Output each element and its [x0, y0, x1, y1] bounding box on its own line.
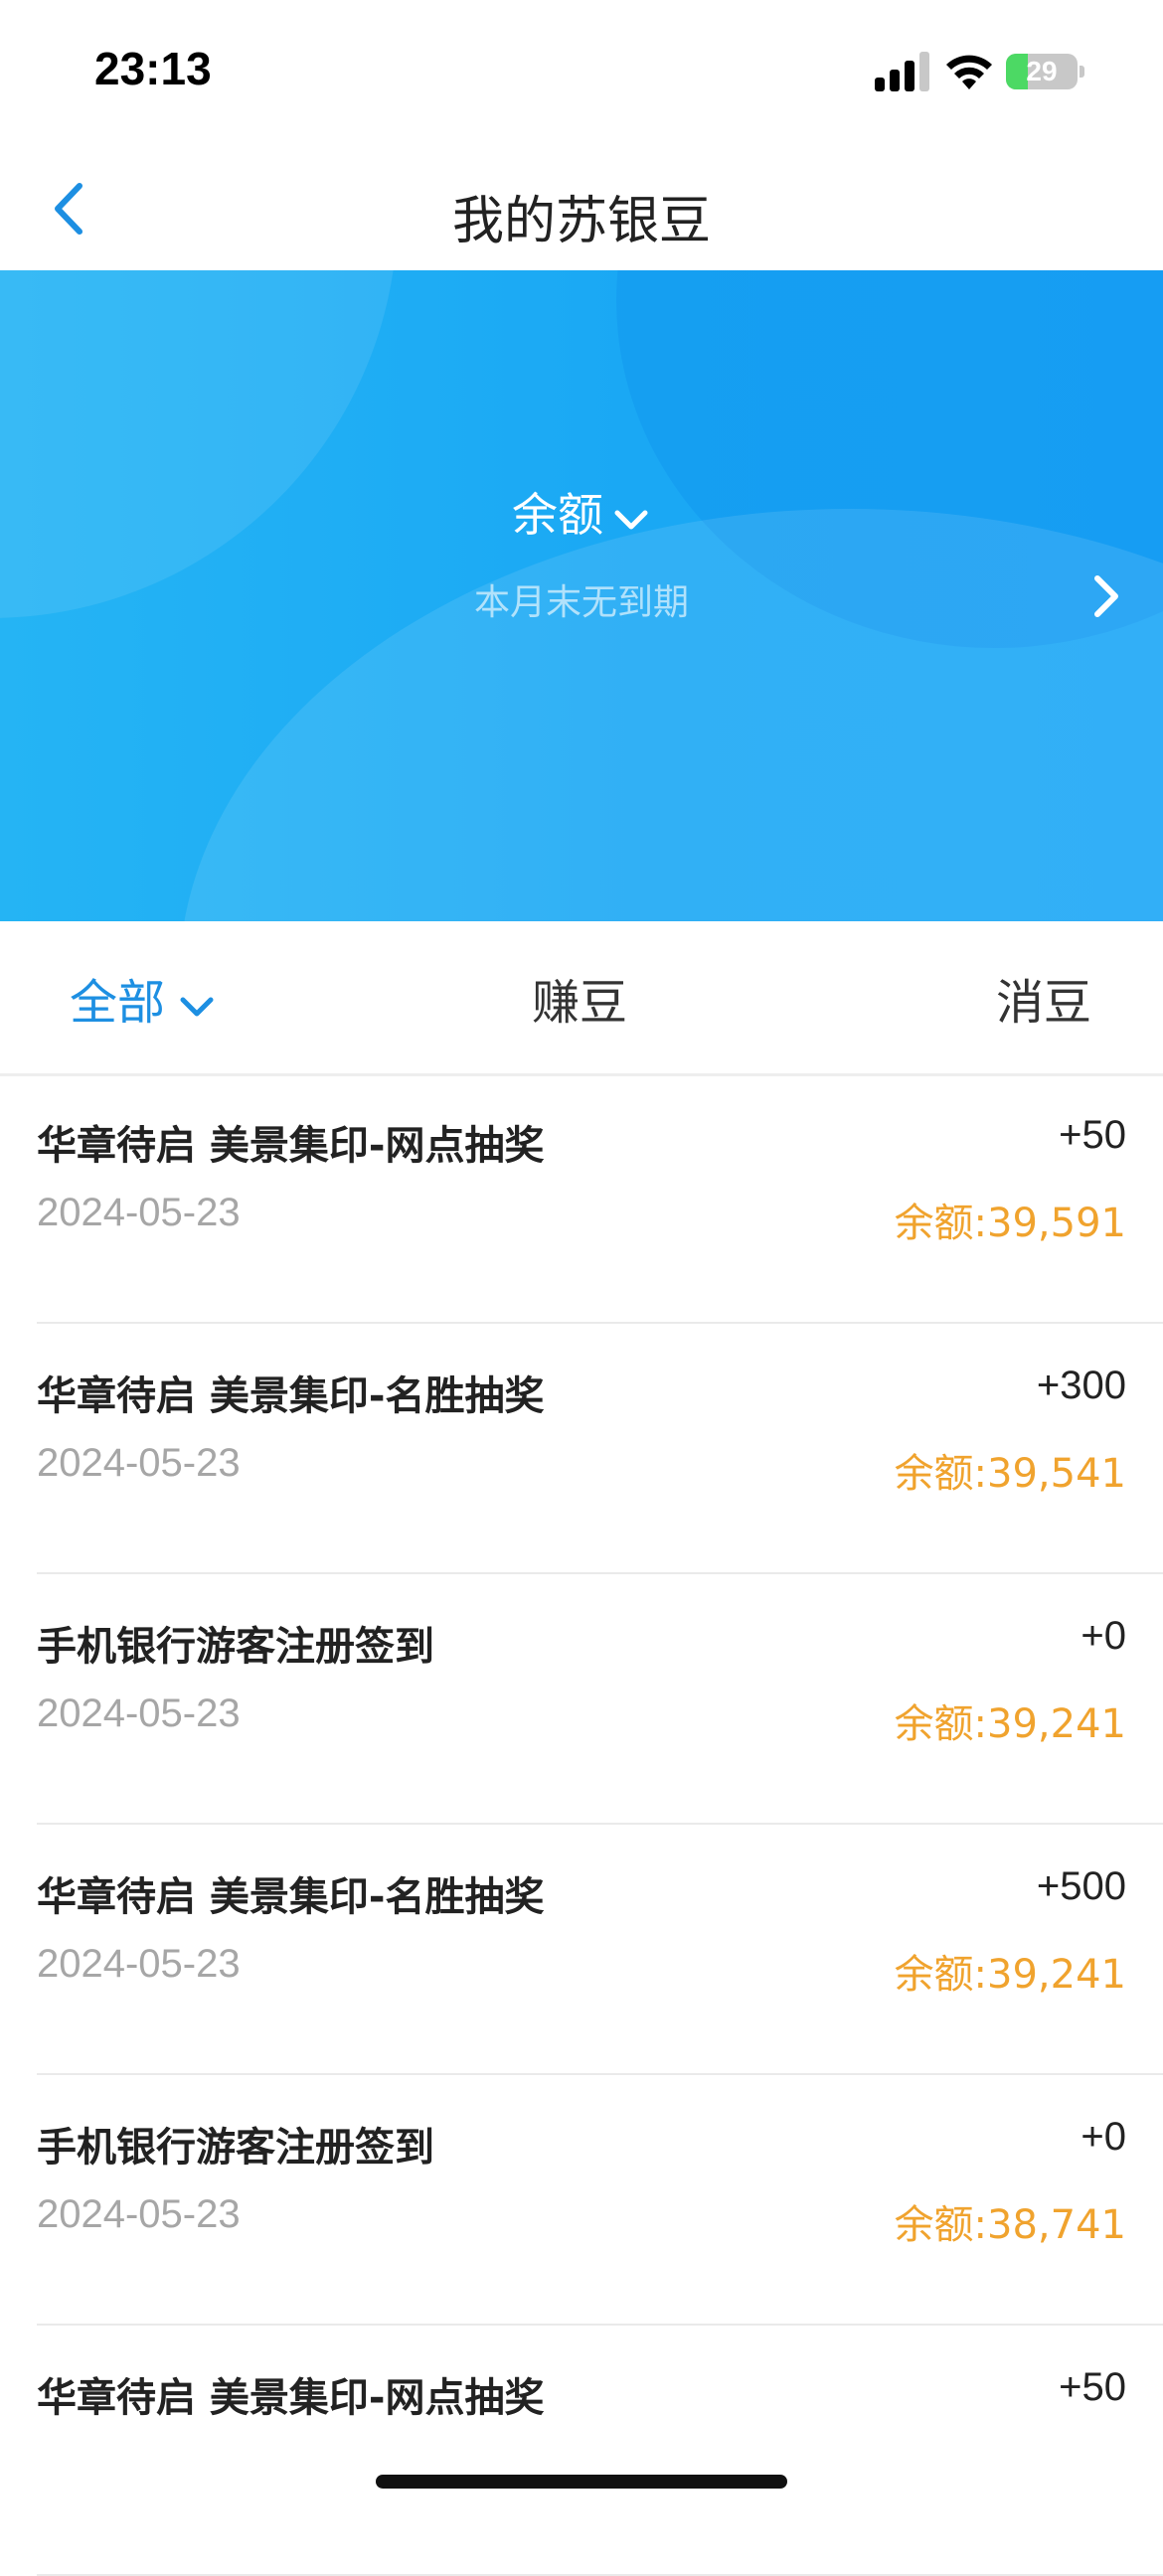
transaction-amount: +50 — [1059, 1113, 1126, 1157]
transaction-date: 2024-05-23 — [37, 1191, 241, 1234]
chevron-down-icon — [611, 492, 651, 546]
status-bar: 23:13 29 — [0, 0, 1163, 149]
status-icons: 29 — [875, 48, 1103, 97]
transaction-amount: +500 — [1036, 1864, 1126, 1908]
transaction-balance: 余额:39,241 — [894, 1701, 1126, 1747]
cellular-signal-icon — [875, 52, 929, 91]
decorative-circle — [0, 270, 398, 618]
transaction-date: 2024-05-23 — [37, 2192, 241, 2236]
transaction-balance: 余额:39,591 — [894, 1201, 1126, 1246]
transaction-date: 2024-05-23 — [37, 1691, 241, 1735]
transaction-title: 手机银行游客注册签到 — [37, 1624, 434, 1670]
battery-icon: 29 — [1006, 54, 1078, 89]
battery-level: 29 — [1026, 56, 1058, 86]
list-item[interactable]: 手机银行游客注册签到 +0 2024-05-23 余额:38,741 — [0, 2075, 1163, 2326]
nav-bar: 我的苏银豆 — [0, 149, 1163, 270]
tab-label: 全部 — [70, 975, 166, 1031]
transaction-title: 华章待启 美景集印-网点抽奖 — [37, 2375, 545, 2421]
list-item[interactable]: 华章待启 美景集印-网点抽奖 +50 — [0, 2326, 1163, 2576]
transaction-amount: +50 — [1059, 2365, 1126, 2409]
tab-spend[interactable]: 消豆 — [996, 963, 1091, 1033]
list-item[interactable]: 华章待启 美景集印-名胜抽奖 +500 2024-05-23 余额:39,241 — [0, 1825, 1163, 2075]
transaction-list: 华章待启 美景集印-网点抽奖 +50 2024-05-23 余额:39,591 … — [0, 1073, 1163, 2576]
transaction-title: 华章待启 美景集印-网点抽奖 — [37, 1123, 545, 1169]
chevron-down-icon — [177, 978, 217, 1034]
expiry-text: 本月末无到期 — [473, 582, 689, 623]
transaction-amount: +0 — [1080, 2115, 1126, 2159]
decorative-circle — [179, 509, 1163, 921]
balance-toggle[interactable]: 余额 — [0, 479, 1163, 546]
transaction-amount: +0 — [1080, 1614, 1126, 1658]
battery-cap — [1080, 66, 1084, 78]
wifi-icon — [946, 55, 992, 89]
list-item[interactable]: 华章待启 美景集印-网点抽奖 +50 2024-05-23 余额:39,591 — [0, 1073, 1163, 1324]
list-item[interactable]: 手机银行游客注册签到 +0 2024-05-23 余额:39,241 — [0, 1574, 1163, 1825]
balance-banner: 余额 本月末无到期 — [0, 270, 1163, 921]
transaction-title: 手机银行游客注册签到 — [37, 2125, 434, 2171]
transaction-title: 华章待启 美景集印-名胜抽奖 — [37, 1373, 545, 1419]
tab-all[interactable]: 全部 — [70, 963, 217, 1034]
transaction-balance: 余额:38,741 — [894, 2202, 1126, 2248]
page-title: 我的苏银豆 — [451, 192, 711, 251]
transaction-title: 华章待启 美景集印-名胜抽奖 — [37, 1874, 545, 1920]
home-indicator — [376, 2475, 787, 2489]
transaction-date: 2024-05-23 — [37, 1942, 241, 1986]
transaction-balance: 余额:39,541 — [894, 1451, 1126, 1497]
transaction-amount: +300 — [1036, 1364, 1126, 1407]
list-item[interactable]: 华章待启 美景集印-名胜抽奖 +300 2024-05-23 余额:39,541 — [0, 1324, 1163, 1574]
tab-earn[interactable]: 赚豆 — [532, 963, 627, 1033]
filter-tabs: 全部 赚豆 消豆 — [0, 921, 1163, 1076]
transaction-balance: 余额:39,241 — [894, 1952, 1126, 1998]
transaction-date: 2024-05-23 — [37, 1441, 241, 1485]
status-time: 23:13 — [94, 43, 212, 94]
balance-detail-button[interactable] — [1081, 566, 1131, 626]
chevron-right-icon — [1094, 575, 1118, 617]
balance-label: 余额 — [512, 488, 603, 542]
